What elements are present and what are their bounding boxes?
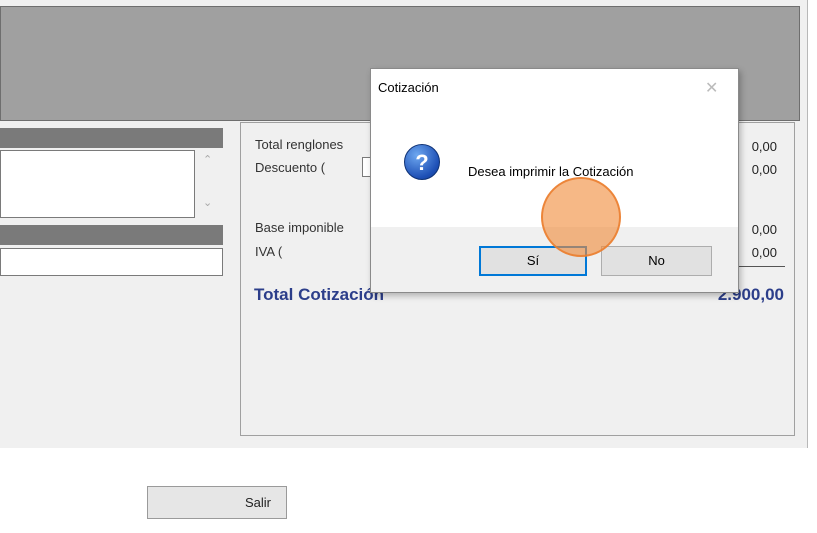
total-renglones-label: Total renglones <box>255 137 344 152</box>
notes-section-header <box>0 128 223 148</box>
close-icon[interactable]: ✕ <box>705 78 718 98</box>
notes-textbox[interactable] <box>0 150 195 218</box>
window-edge <box>808 0 817 448</box>
scroll-up-icon[interactable]: ⌃ <box>203 153 212 166</box>
dialog-message: Desea imprimir la Cotización <box>468 164 634 179</box>
descuento-label: Descuento ( <box>255 160 326 175</box>
question-icon: ? <box>404 144 440 180</box>
dialog-title: Cotización <box>378 80 439 95</box>
observations-section-header <box>0 225 223 245</box>
exit-button[interactable]: Salir <box>147 486 287 519</box>
base-imponible-label: Base imponible <box>255 220 344 235</box>
confirm-dialog: Cotización ✕ ? Desea imprimir la Cotizac… <box>370 68 739 293</box>
no-button[interactable]: No <box>601 246 712 276</box>
total-cotizacion-label: Total Cotización <box>254 285 385 304</box>
scroll-down-icon[interactable]: ⌄ <box>203 196 212 209</box>
iva-label: IVA ( <box>255 244 283 259</box>
click-indicator <box>541 177 621 257</box>
observations-textbox[interactable] <box>0 248 223 276</box>
